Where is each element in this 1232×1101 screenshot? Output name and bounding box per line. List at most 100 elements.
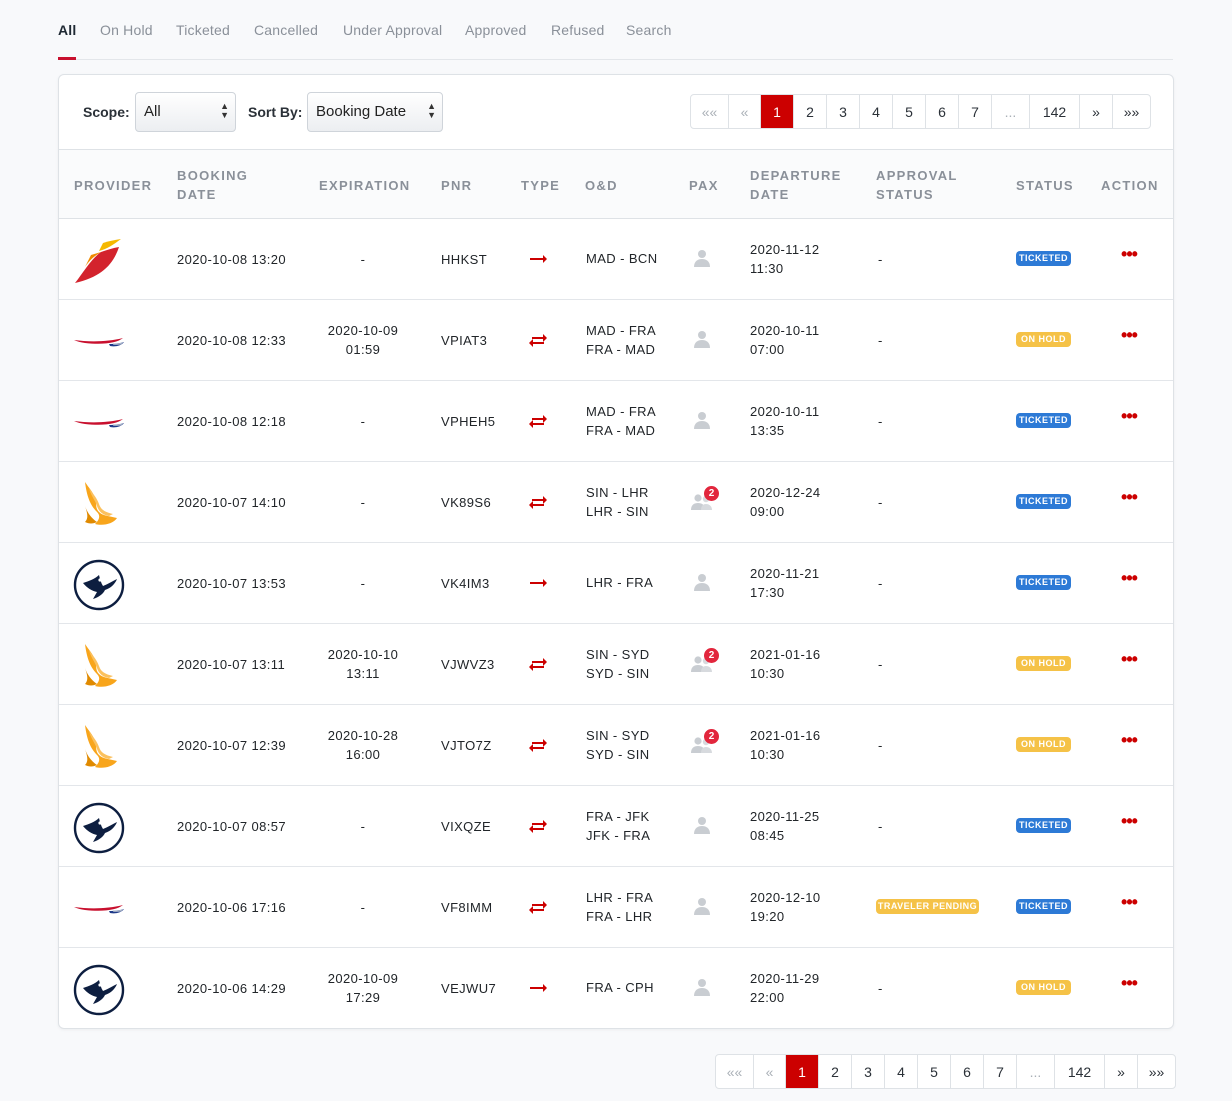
booking-date: 2020-10-07 13:11 [177,657,286,672]
page-button[interactable]: 4 [885,1055,918,1088]
departure-date: 2020-12-24 [750,485,821,500]
more-actions-icon[interactable]: ••• [1119,731,1139,753]
page-button[interactable]: 2 [794,95,827,128]
origin-destination: SIN - LHR [586,485,649,500]
pnr-code[interactable]: VPIAT3 [441,331,487,350]
page-last-button[interactable]: »» [1113,95,1150,128]
tab-approved[interactable]: Approved [465,22,527,38]
table-row[interactable]: 2020-10-07 08:57 - VIXQZE FRA - JFK JFK - FR… [59,786,1173,867]
tab-cancelled[interactable]: Cancelled [254,22,318,38]
table-row[interactable]: 2020-10-07 13:53 - VK4IM3 LHR - FRA 2020-11-… [59,543,1173,624]
column-header-status[interactable]: STATUS [1016,176,1074,195]
pnr-code[interactable]: VK89S6 [441,493,491,512]
table-row[interactable]: 2020-10-08 12:33 2020-10-09 01:59 VPIAT3 MAD… [59,300,1173,381]
british-airways-logo [73,883,125,935]
page-button[interactable]: 1 [761,95,794,128]
more-actions-icon[interactable]: ••• [1119,326,1139,348]
origin-destination: FRA - JFK [586,809,650,824]
column-header-booking-date[interactable]: BOOKING DATE [177,166,267,204]
pnr-code[interactable]: VPHEH5 [441,412,495,431]
tab-all[interactable]: All [58,22,77,38]
tab-ticketed[interactable]: Ticketed [176,22,230,38]
more-actions-icon[interactable]: ••• [1119,245,1139,267]
page-button-last-number[interactable]: 142 [1030,95,1080,128]
column-header-type[interactable]: TYPE [521,176,560,195]
tab-refused[interactable]: Refused [551,22,605,38]
page-button[interactable]: 3 [827,95,860,128]
departure-date: 10:30 [750,747,785,762]
page-button[interactable]: 4 [860,95,893,128]
more-actions-icon[interactable]: ••• [1119,488,1139,510]
column-header-action[interactable]: ACTION [1101,176,1159,195]
tab-under-approval[interactable]: Under Approval [343,22,442,38]
page-prev-button[interactable]: « [729,95,761,128]
table-row[interactable]: 2020-10-07 13:11 2020-10-10 13:11 VJWVZ3 SIN… [59,624,1173,705]
pnr-code[interactable]: VK4IM3 [441,574,490,593]
page-button[interactable]: 3 [852,1055,885,1088]
page-button[interactable]: 6 [926,95,959,128]
page-button[interactable]: 5 [893,95,926,128]
table-row[interactable]: 2020-10-07 14:10 - VK89S6 SIN - LHR LHR - SI… [59,462,1173,543]
status-badge: ON HOLD [1016,980,1071,995]
scope-select[interactable]: All ▲ ▼ [135,92,236,132]
column-header-provider[interactable]: PROVIDER [74,176,152,195]
approval-status: - [878,981,883,996]
active-tab-indicator [58,57,76,60]
column-header-pnr[interactable]: PNR [441,176,472,195]
page-next-button[interactable]: » [1080,95,1113,128]
table-row[interactable]: 2020-10-08 13:20 - HHKST MAD - BCN 2020-11-1… [59,219,1173,300]
column-header-departure-date[interactable]: DEPARTURE DATE [750,166,850,204]
more-actions-icon[interactable]: ••• [1119,812,1139,834]
expiration-date: 2020-10-09 [327,323,399,338]
table-row[interactable]: 2020-10-07 12:39 2020-10-28 16:00 VJTO7Z SIN… [59,705,1173,786]
more-actions-icon[interactable]: ••• [1119,407,1139,429]
more-actions-icon[interactable]: ••• [1119,974,1139,996]
departure-date: 2020-11-29 [750,971,820,986]
booking-date: 2020-10-07 13:53 [177,576,287,591]
page-button-last-number[interactable]: 142 [1055,1055,1105,1088]
pnr-code[interactable]: VEJWU7 [441,979,496,998]
departure-date: 13:35 [750,423,785,438]
column-header-pax[interactable]: PAX [689,176,719,195]
booking-date: 2020-10-06 14:29 [177,981,287,996]
page-next-button[interactable]: » [1105,1055,1138,1088]
column-header-expiration[interactable]: EXPIRATION [319,176,411,195]
page-prev-button[interactable]: « [754,1055,786,1088]
column-header-approval-status[interactable]: APPROVAL STATUS [876,166,976,204]
tab-search[interactable]: Search [626,22,672,38]
more-actions-icon[interactable]: ••• [1119,650,1139,672]
table-row[interactable]: 2020-10-08 12:18 - VPHEH5 MAD - FRA FRA - MA… [59,381,1173,462]
lufthansa-logo [73,559,125,611]
departure-date: 2020-11-25 [750,809,820,824]
pnr-code[interactable]: VIXQZE [441,817,491,836]
round-trip-arrows-icon [527,735,549,755]
table-header: PROVIDER BOOKING DATE EXPIRATION PNR TYP… [59,149,1173,219]
page-button[interactable]: 2 [819,1055,852,1088]
page-first-button[interactable]: «« [691,95,729,128]
bookings-card: Scope: All ▲ ▼ Sort By: Booking Date ▲ ▼ «… [58,74,1174,1029]
scope-select-value: All [144,103,161,120]
status-badge: TICKETED [1016,251,1071,266]
table-row[interactable]: 2020-10-06 17:16 - VF8IMM LHR - FRA FRA - LH… [59,867,1173,948]
sort-select[interactable]: Booking Date ▲ ▼ [307,92,443,132]
more-actions-icon[interactable]: ••• [1119,893,1139,915]
one-way-arrow-icon [527,978,549,998]
table-row[interactable]: 2020-10-06 14:29 2020-10-09 17:29 VEJWU7 FRA… [59,948,1173,1028]
pnr-code[interactable]: VJTO7Z [441,736,492,755]
pnr-code[interactable]: HHKST [441,250,487,269]
passenger-icon [690,815,714,837]
pnr-code[interactable]: VF8IMM [441,898,493,917]
page-button[interactable]: 7 [959,95,992,128]
origin-destination: SYD - SIN [586,666,650,681]
page-button[interactable]: 7 [984,1055,1017,1088]
pnr-code[interactable]: VJWVZ3 [441,655,495,674]
page-button[interactable]: 6 [951,1055,984,1088]
page-first-button[interactable]: «« [716,1055,754,1088]
page-last-button[interactable]: »» [1138,1055,1175,1088]
status-badge: TICKETED [1016,575,1071,590]
page-button[interactable]: 5 [918,1055,951,1088]
page-button[interactable]: 1 [786,1055,819,1088]
column-header-od[interactable]: O&D [585,176,618,195]
tab-on-hold[interactable]: On Hold [100,22,153,38]
more-actions-icon[interactable]: ••• [1119,569,1139,591]
